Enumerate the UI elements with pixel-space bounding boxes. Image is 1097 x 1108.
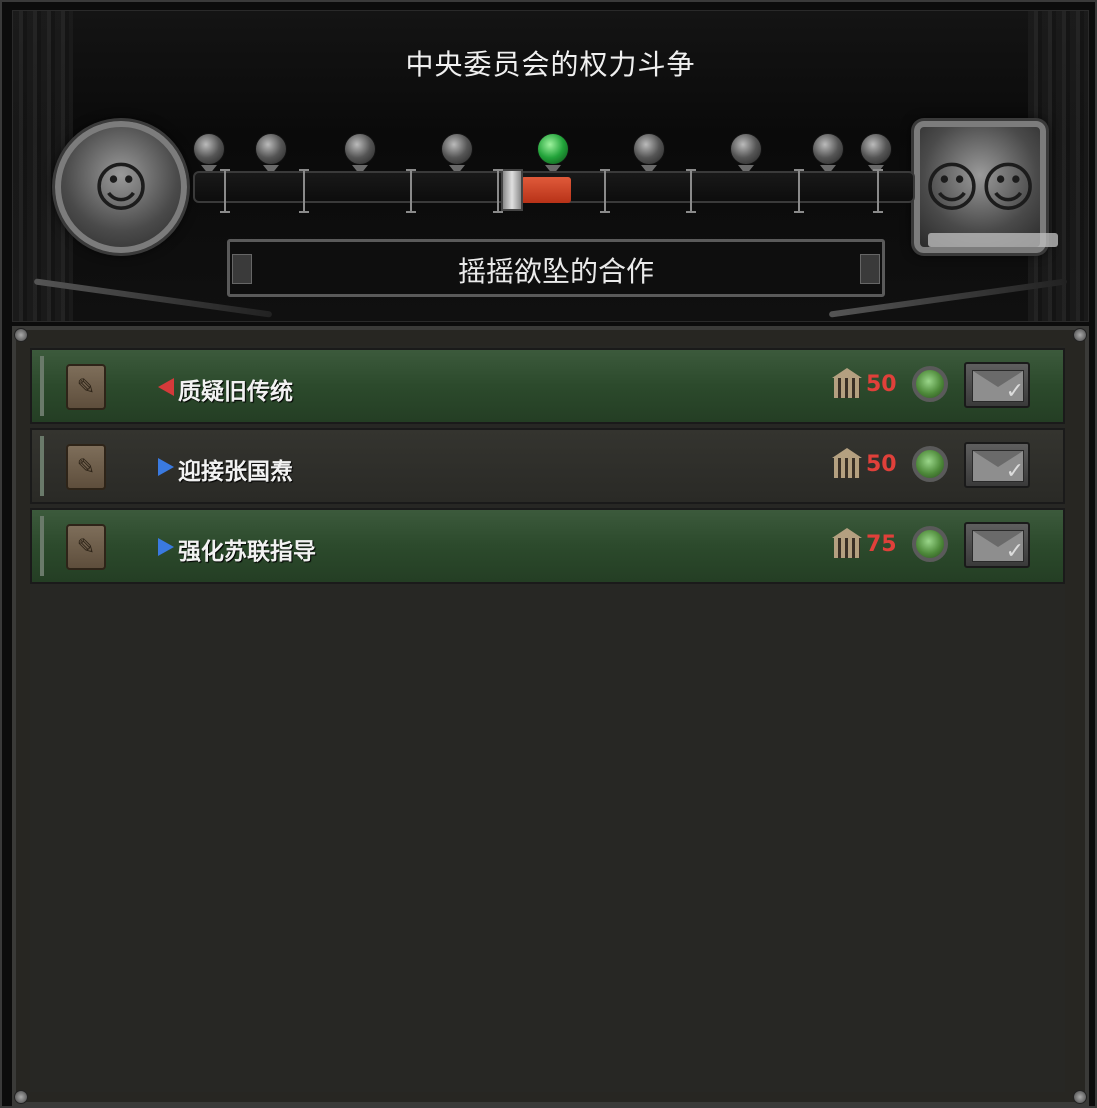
checkmark-icon: ✓	[1005, 459, 1024, 484]
take-decision-button[interactable]: ✓	[964, 362, 1030, 408]
track-tick	[406, 169, 417, 213]
decision-cost: 50	[832, 368, 897, 400]
track-tick	[492, 169, 503, 213]
track-tick	[873, 169, 884, 213]
clipboard-icon[interactable]: ✎	[66, 524, 106, 570]
marker-ball	[860, 133, 893, 165]
row-edge	[40, 516, 44, 576]
political-power-icon	[832, 368, 862, 400]
arrow-right-icon	[158, 538, 174, 556]
screw-icon	[14, 328, 28, 342]
screw-icon	[1073, 1090, 1087, 1104]
leader-portrait-icon[interactable]: ☺	[55, 121, 187, 253]
marker-ball	[537, 133, 569, 165]
marker-ball	[193, 133, 225, 165]
balance-of-power-window: 中央委员会的权力斗争 ☺ ☺☺ 摇摇欲坠的合作 ✎ 质疑旧传统 50 ✓ ✎ 迎接张国焘 5…	[0, 0, 1097, 1108]
decision-row[interactable]: ✎ 质疑旧传统 50 ✓	[30, 348, 1065, 424]
decision-label: 迎接张国焘	[178, 459, 293, 485]
row-edge	[40, 436, 44, 496]
arrow-right-icon	[158, 458, 174, 476]
clipboard-icon[interactable]: ✎	[66, 444, 106, 490]
take-decision-button[interactable]: ✓	[964, 522, 1030, 568]
track-tick	[219, 169, 230, 213]
screw-icon	[14, 1090, 28, 1104]
decision-cost: 50	[832, 448, 897, 480]
track-tick	[600, 169, 611, 213]
balance-slider	[500, 169, 523, 211]
cost-value: 50	[866, 371, 897, 397]
marker-ball	[440, 133, 473, 165]
available-indicator-icon	[912, 446, 948, 482]
marker-ball	[254, 133, 287, 165]
track-tick	[686, 169, 697, 213]
decision-cost: 75	[832, 528, 897, 560]
window-title: 中央委员会的权力斗争	[405, 48, 696, 81]
screw-icon	[1073, 328, 1087, 342]
decision-row[interactable]: ✎ 迎接张国焘 50 ✓	[30, 428, 1065, 504]
decision-row[interactable]: ✎ 强化苏联指导 75 ✓	[30, 508, 1065, 584]
take-decision-button[interactable]: ✓	[964, 442, 1030, 488]
ribbon-decoration	[928, 233, 1058, 247]
decisions-panel: ✎ 质疑旧传统 50 ✓ ✎ 迎接张国焘 50 ✓ ✎ 强化苏联指导 75 ✓	[12, 326, 1089, 1106]
clipboard-icon[interactable]: ✎	[66, 364, 106, 410]
row-edge	[40, 356, 44, 416]
balance-track	[193, 169, 915, 213]
checkmark-icon: ✓	[1005, 379, 1024, 404]
arrow-left-icon	[158, 378, 174, 396]
marker-ball	[812, 133, 845, 165]
political-power-icon	[832, 528, 862, 560]
decision-list: ✎ 质疑旧传统 50 ✓ ✎ 迎接张国焘 50 ✓ ✎ 强化苏联指导 75 ✓	[30, 346, 1065, 1092]
balance-fill	[520, 177, 572, 203]
checkmark-icon: ✓	[1005, 539, 1024, 564]
marker-ball	[344, 133, 377, 165]
marker-ball	[633, 133, 666, 165]
decision-label: 质疑旧传统	[178, 379, 293, 405]
available-indicator-icon	[912, 526, 948, 562]
header-panel: 中央委员会的权力斗争 ☺ ☺☺ 摇摇欲坠的合作	[12, 10, 1089, 322]
balance-status-label: 摇摇欲坠的合作	[457, 255, 654, 288]
cost-value: 50	[866, 451, 897, 477]
cost-value: 75	[866, 531, 897, 557]
track-tick	[794, 169, 805, 213]
political-power-icon	[832, 448, 862, 480]
marker-ball	[729, 133, 762, 165]
decision-label: 强化苏联指导	[178, 539, 316, 565]
available-indicator-icon	[912, 366, 948, 402]
status-bar: 摇摇欲坠的合作	[227, 239, 885, 297]
track-tick	[298, 169, 309, 213]
